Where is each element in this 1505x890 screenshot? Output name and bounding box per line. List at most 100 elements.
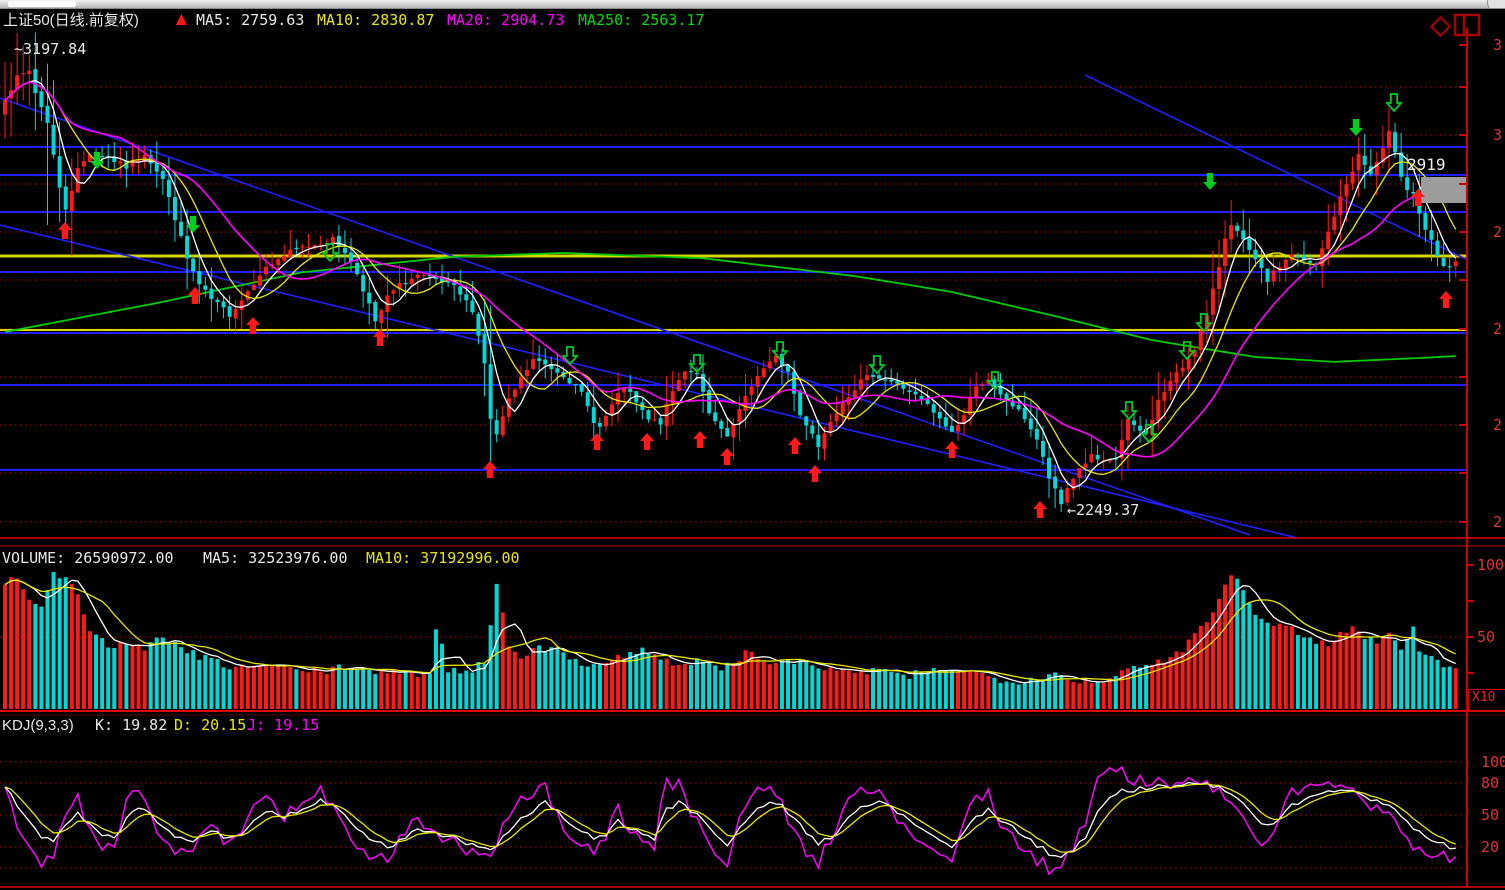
sell-signal-arrow-hollow xyxy=(870,356,884,373)
candlestick xyxy=(1077,468,1081,478)
volume-bar xyxy=(197,660,201,709)
volume-bar xyxy=(737,661,741,709)
volume-bar xyxy=(130,646,134,709)
volume-bar xyxy=(264,664,268,709)
volume-bar xyxy=(1259,619,1263,709)
volume-bar xyxy=(932,668,936,709)
volume-bar xyxy=(464,671,468,709)
candlestick xyxy=(1284,260,1288,269)
candlestick xyxy=(246,291,250,299)
candlestick xyxy=(525,370,529,376)
candlestick xyxy=(1162,392,1166,401)
volume-bar xyxy=(228,669,232,709)
volume-bar xyxy=(398,674,402,709)
candlestick xyxy=(798,392,802,415)
current-price-label: 2919 xyxy=(1407,155,1446,174)
candlestick xyxy=(731,424,735,437)
volume-bar xyxy=(1442,667,1446,709)
volume-bar xyxy=(404,673,408,709)
volume-bar xyxy=(1417,651,1421,709)
trend-up-icon: ▲ xyxy=(172,9,191,31)
volume-bar xyxy=(39,607,43,709)
candlestick xyxy=(1023,408,1027,419)
volume-bar xyxy=(1187,640,1191,709)
candlestick xyxy=(1308,261,1312,263)
split-window-icon[interactable] xyxy=(1452,12,1482,40)
volume-bar xyxy=(94,635,98,709)
volume-bar xyxy=(112,648,116,709)
volume-ma5-legend[interactable]: MA5: 32523976.00 xyxy=(203,550,348,567)
volume-bar xyxy=(1429,656,1433,709)
candlestick xyxy=(240,301,244,311)
diamond-icon[interactable] xyxy=(1426,12,1454,40)
volume-bar xyxy=(124,644,128,709)
volume-bar xyxy=(634,654,638,709)
volume-bar xyxy=(252,666,256,709)
volume-bar xyxy=(1375,643,1379,709)
volume-bar xyxy=(786,660,790,709)
kdj-k-legend: K: 19.82 xyxy=(95,717,167,734)
volume-bar xyxy=(1357,631,1361,709)
volume-bar xyxy=(1399,650,1403,709)
volume-bar xyxy=(149,642,153,709)
candlestick xyxy=(258,276,262,286)
volume-bar xyxy=(1363,639,1367,709)
candlestick xyxy=(932,404,936,413)
volume-bar xyxy=(1005,681,1009,709)
candlestick xyxy=(756,376,760,387)
volume-bar xyxy=(379,671,383,709)
chart-canvas[interactable]: 33222210050100805020 xyxy=(0,0,1505,890)
candlestick xyxy=(646,410,650,419)
candlestick xyxy=(21,73,25,74)
candlestick xyxy=(804,416,808,425)
volume-bar xyxy=(410,671,414,709)
candlestick xyxy=(531,359,535,369)
volume-bar xyxy=(1071,682,1075,709)
volume-ma10-legend[interactable]: MA10: 37192996.00 xyxy=(366,550,520,567)
volume-bar xyxy=(598,664,602,709)
candlestick xyxy=(483,334,487,363)
candlestick xyxy=(355,263,359,274)
volume-bar xyxy=(21,589,25,709)
volume-bar xyxy=(525,656,529,709)
volume-bar xyxy=(1332,640,1336,709)
volume-bar xyxy=(1344,633,1348,709)
candlestick xyxy=(568,378,572,384)
price-axis-label: 3 xyxy=(1493,126,1502,144)
volume-bar xyxy=(1266,623,1270,709)
volume-bar xyxy=(416,677,420,709)
volume-bar xyxy=(683,664,687,709)
volume-bar xyxy=(313,667,317,709)
axes-and-borders: 33222210050100805020 xyxy=(0,28,1505,887)
candlestick xyxy=(810,426,814,434)
volume-bar xyxy=(968,671,972,709)
buy-signal-arrow xyxy=(1033,501,1047,518)
kdj-title[interactable]: KDJ(9,3,3) xyxy=(2,717,74,734)
ma20-legend[interactable]: MA20: 2904.73 xyxy=(447,12,564,29)
candlestick xyxy=(391,290,395,293)
candlestick xyxy=(367,293,371,304)
candlestick xyxy=(1029,419,1033,430)
volume-bar xyxy=(604,663,608,709)
ma5-legend[interactable]: MA5: 2759.63 xyxy=(196,12,304,29)
volume-bar xyxy=(719,670,723,709)
volume-bar xyxy=(1096,682,1100,709)
candlestick xyxy=(1059,490,1063,505)
ma250-legend[interactable]: MA250: 2563.17 xyxy=(578,12,704,29)
candlestick xyxy=(537,358,541,361)
candlestick xyxy=(349,252,353,261)
volume-bar xyxy=(901,675,905,709)
volume-bar xyxy=(871,668,875,709)
candlestick xyxy=(143,155,147,161)
volume-bar xyxy=(914,670,918,709)
candlestick xyxy=(598,423,602,427)
candlestick xyxy=(185,236,189,258)
candlestick xyxy=(446,281,450,282)
ma10-legend[interactable]: MA10: 2830.87 xyxy=(317,12,434,29)
candlestick xyxy=(1423,213,1427,230)
candlestick xyxy=(373,302,377,321)
volume-bar xyxy=(992,678,996,709)
volume-bar xyxy=(804,661,808,709)
candlestick xyxy=(580,384,584,392)
candlestick xyxy=(1448,266,1452,267)
